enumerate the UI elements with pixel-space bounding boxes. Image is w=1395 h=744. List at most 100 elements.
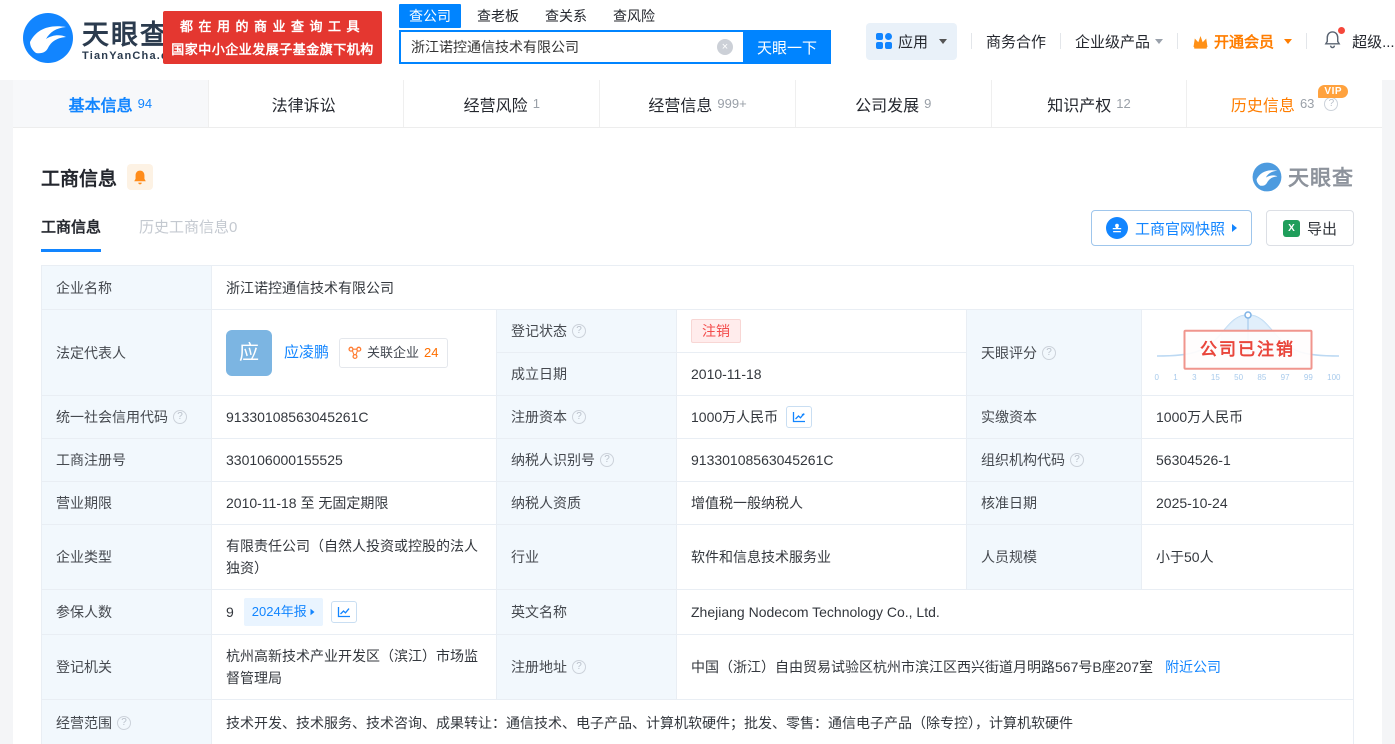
chevron-down-icon [939, 38, 948, 44]
industry-label: 行业 [497, 525, 677, 590]
reg-status-label: 登记状态? [497, 310, 677, 353]
subtab-history-business-info[interactable]: 历史工商信息0 [139, 216, 237, 252]
divider [1306, 33, 1308, 49]
company-tabbar: 基本信息 94 法律诉讼 经营风险 1 经营信息 999+ 公司发展 9 知识产权 12 … [13, 80, 1383, 128]
help-icon[interactable]: ? [1324, 96, 1339, 111]
nav-enterprise-products[interactable]: 企业级产品 [1075, 31, 1164, 52]
help-icon[interactable]: ? [572, 324, 586, 338]
section-title: 工商信息 [41, 168, 118, 190]
top-header: 天眼查 TianYanCha.com 都在用的商业查询工具 国家中小企业发展子基… [0, 0, 1395, 80]
apps-menu[interactable]: 应用 [866, 22, 958, 60]
header-nav: 应用 商务合作 企业级产品 开通会员 超级... [866, 22, 1395, 60]
tab-company-development[interactable]: 公司发展 9 [795, 80, 992, 127]
reg-status-value: 注销 [677, 310, 967, 353]
table-row: 经营范围? 技术开发、技术服务、技术咨询、成果转让：通信技术、电子产品、计算机软… [42, 700, 1353, 744]
related-companies-badge[interactable]: 关联企业 24 [339, 337, 448, 368]
apps-label: 应用 [898, 33, 929, 51]
taxpayer-quality-value: 增值税一般纳税人 [677, 482, 967, 525]
help-icon[interactable]: ? [117, 715, 131, 730]
search-tab-risk[interactable]: 查风险 [613, 6, 655, 26]
help-icon[interactable]: ? [572, 410, 586, 424]
tab-legal-litigation[interactable]: 法律诉讼 [208, 80, 405, 127]
taxpayer-id-label: 纳税人识别号? [497, 439, 677, 482]
help-icon[interactable]: ? [600, 453, 614, 467]
notification-bell-icon[interactable] [1323, 26, 1346, 53]
org-code-value: 56304526-1 [1142, 439, 1353, 482]
help-icon[interactable]: ? [572, 660, 586, 674]
subtab-business-info[interactable]: 工商信息 [41, 216, 102, 252]
insured-count-label: 参保人数 [42, 590, 212, 635]
business-term-value: 2010-11-18 至 无固定期限 [212, 482, 497, 525]
subscribe-bell-icon[interactable] [127, 164, 154, 190]
section-header: 工商信息 天眼查 [41, 162, 1354, 192]
banner-line2: 国家中小企业发展子基金旗下机构 [171, 41, 374, 57]
credit-code-value: 91330108563045261C [212, 396, 497, 439]
search-tab-relation[interactable]: 查关系 [545, 6, 587, 26]
nav-business-cooperation[interactable]: 商务合作 [986, 31, 1046, 52]
legal-rep-avatar[interactable]: 应 [226, 329, 272, 376]
vip-badge: VIP [1318, 85, 1349, 98]
reg-authority-label: 登记机关 [42, 635, 212, 700]
company-type-label: 企业类型 [42, 525, 212, 590]
chevron-down-icon [1284, 38, 1293, 44]
tab-operating-risk[interactable]: 经营风险 1 [404, 80, 601, 127]
business-scope-value: 技术开发、技术服务、技术咨询、成果转让：通信技术、电子产品、计算机软硬件；批发、… [226, 714, 1073, 731]
table-row: 企业类型 有限责任公司（自然人投资或控股的法人独资） 行业 软件和信息技术服务业… [42, 525, 1353, 590]
reg-number-label: 工商注册号 [42, 439, 212, 482]
establish-date-value: 2010-11-18 [677, 353, 967, 396]
search-box: × 天眼一下 [399, 30, 831, 64]
company-type-value: 有限责任公司（自然人投资或控股的法人独资） [212, 525, 497, 590]
stamp-icon [1105, 217, 1128, 239]
search-input[interactable] [399, 30, 743, 64]
help-icon[interactable]: ? [173, 410, 187, 424]
divider [971, 33, 973, 49]
tab-intellectual-property[interactable]: 知识产权 12 [991, 80, 1188, 127]
banner-line1: 都在用的商业查询工具 [179, 18, 365, 34]
business-info-card: 工商信息 天眼查 工商信息 历史工商信息0 工商官网快照 X 导出 企业名称 浙… [13, 128, 1382, 744]
section-actions: 工商官网快照 X 导出 [1090, 210, 1354, 246]
chevron-down-icon [1155, 38, 1164, 44]
trend-chart-icon[interactable] [330, 601, 357, 623]
annual-report-badge[interactable]: 2024年报 [243, 598, 323, 626]
help-icon[interactable]: ? [1070, 453, 1084, 467]
insured-count-value: 9 2024年报 [212, 590, 497, 635]
nav-super-vip[interactable]: 超级... [1352, 31, 1395, 52]
search-button[interactable]: 天眼一下 [743, 30, 831, 64]
business-term-label: 营业期限 [42, 482, 212, 525]
english-name-label: 英文名称 [497, 590, 677, 635]
english-name-value: Zhejiang Nodecom Technology Co., Ltd. [677, 590, 1353, 635]
company-name-value: 浙江诺控通信技术有限公司 [212, 266, 1353, 310]
search-tab-company[interactable]: 查公司 [399, 4, 461, 28]
legal-rep-value: 应 应凌鹏 关联企业 24 [212, 310, 497, 396]
nearby-companies-link[interactable]: 附近公司 [1165, 656, 1221, 678]
reg-capital-label: 注册资本? [497, 396, 677, 439]
table-row: 工商注册号 330106000155525 纳税人识别号? 9133010856… [42, 439, 1353, 482]
tyc-score-label: 天眼评分? [967, 310, 1142, 396]
divider [1060, 33, 1062, 49]
business-registration-table: 企业名称 浙江诺控通信技术有限公司 法定代表人 应 应凌鹏 关联企业 24 登记… [41, 265, 1354, 744]
tab-basic-info[interactable]: 基本信息 94 [13, 80, 209, 127]
taxpayer-quality-label: 纳税人资质 [497, 482, 677, 525]
right-scrollbar-area[interactable] [1382, 64, 1395, 744]
credit-code-label: 统一社会信用代码? [42, 396, 212, 439]
reg-capital-value: 1000万人民币 [677, 396, 967, 439]
table-row: 登记机关 杭州高新技术产业开发区（滨江）市场监督管理局 注册地址? 中国（浙江）… [42, 635, 1353, 700]
trend-chart-icon[interactable] [786, 406, 813, 428]
tyc-score-value: 0 1 3 15 50 85 97 99 100 公司已注销 [1142, 310, 1353, 396]
staff-size-label: 人员规模 [967, 525, 1142, 590]
nav-open-vip[interactable]: 开通会员 [1192, 31, 1293, 52]
business-scope-label: 经营范围? [42, 700, 212, 744]
legal-rep-label: 法定代表人 [42, 310, 212, 396]
legal-rep-link[interactable]: 应凌鹏 [284, 342, 329, 364]
status-date-block: 登记状态? 注销 成立日期 2010-11-18 [497, 310, 967, 396]
approval-date-value: 2025-10-24 [1142, 482, 1353, 525]
reg-authority-value: 杭州高新技术产业开发区（滨江）市场监督管理局 [212, 635, 497, 700]
table-row: 法定代表人 应 应凌鹏 关联企业 24 登记状态? 注销 成立日期 2010-1… [42, 310, 1353, 396]
official-snapshot-button[interactable]: 工商官网快照 [1090, 210, 1252, 246]
arrow-right-icon [310, 608, 315, 616]
help-icon[interactable]: ? [1042, 345, 1056, 360]
tab-business-info[interactable]: 经营信息 999+ [600, 80, 796, 127]
tab-history-info[interactable]: 历史信息 63 ? VIP [1187, 80, 1383, 127]
search-tab-boss[interactable]: 查老板 [477, 6, 519, 26]
export-button[interactable]: X 导出 [1265, 210, 1354, 246]
